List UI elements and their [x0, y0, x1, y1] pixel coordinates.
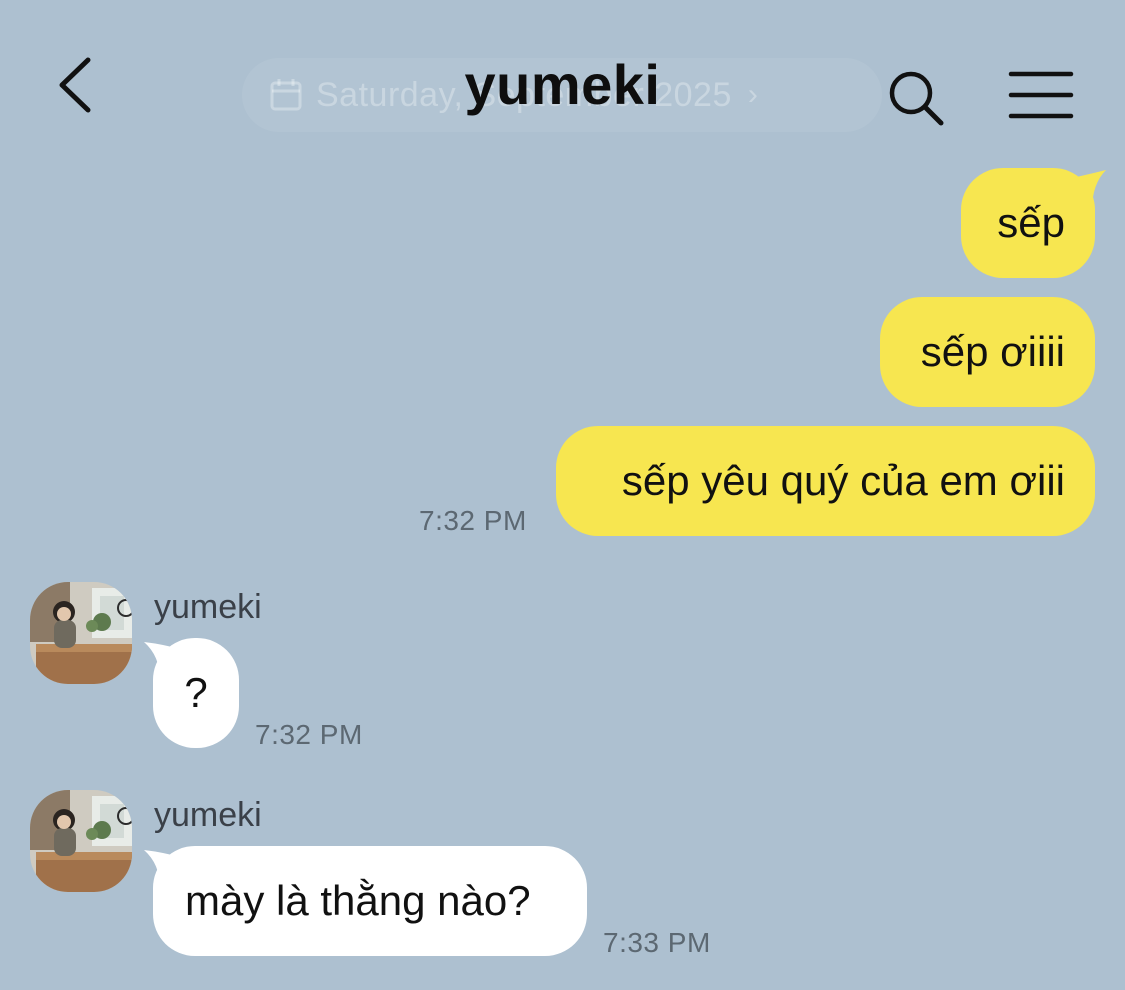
sender-name: yumeki — [154, 796, 262, 834]
date-jump-button[interactable]: Saturday, September 2025 › — [242, 58, 882, 132]
message-timestamp: 7:32 PM — [255, 719, 363, 750]
sent-message-bubble[interactable]: sếp yêu quý của em ơiii — [556, 426, 1095, 536]
message-timestamp: 7:32 PM — [419, 505, 527, 536]
date-pill-label: Saturday, September 2025 — [316, 75, 732, 114]
received-message-bubble[interactable]: ? — [153, 638, 239, 748]
message-text: sếp ơiiii — [920, 328, 1065, 375]
message-timestamp: 7:33 PM — [603, 927, 711, 958]
search-button[interactable] — [886, 68, 948, 130]
menu-button[interactable] — [1008, 70, 1074, 122]
message-text: sếp yêu quý của em ơiii — [621, 457, 1065, 504]
chat-screen: Saturday, September 2025 › yumeki sếp sế… — [0, 0, 1125, 990]
back-button[interactable] — [48, 50, 108, 120]
message-text: mày là thằng nào? — [185, 877, 531, 924]
sender-name: yumeki — [154, 588, 262, 626]
sent-message-bubble[interactable]: sếp ơiiii — [880, 297, 1095, 407]
sent-message-bubble[interactable]: sếp — [961, 168, 1095, 278]
avatar[interactable] — [30, 790, 132, 892]
chevron-left-icon — [59, 57, 91, 113]
message-text: sếp — [997, 199, 1065, 246]
chevron-right-icon: › — [747, 78, 759, 111]
profile-photo — [30, 790, 132, 892]
avatar[interactable] — [30, 582, 132, 684]
message-text: ? — [184, 669, 208, 716]
received-message-bubble[interactable]: mày là thằng nào? — [153, 846, 587, 956]
chat-header: Saturday, September 2025 › yumeki — [0, 0, 1125, 150]
hamburger-menu-icon — [1008, 71, 1074, 119]
search-icon — [889, 71, 944, 126]
calendar-icon — [270, 79, 302, 111]
profile-photo — [30, 582, 132, 684]
